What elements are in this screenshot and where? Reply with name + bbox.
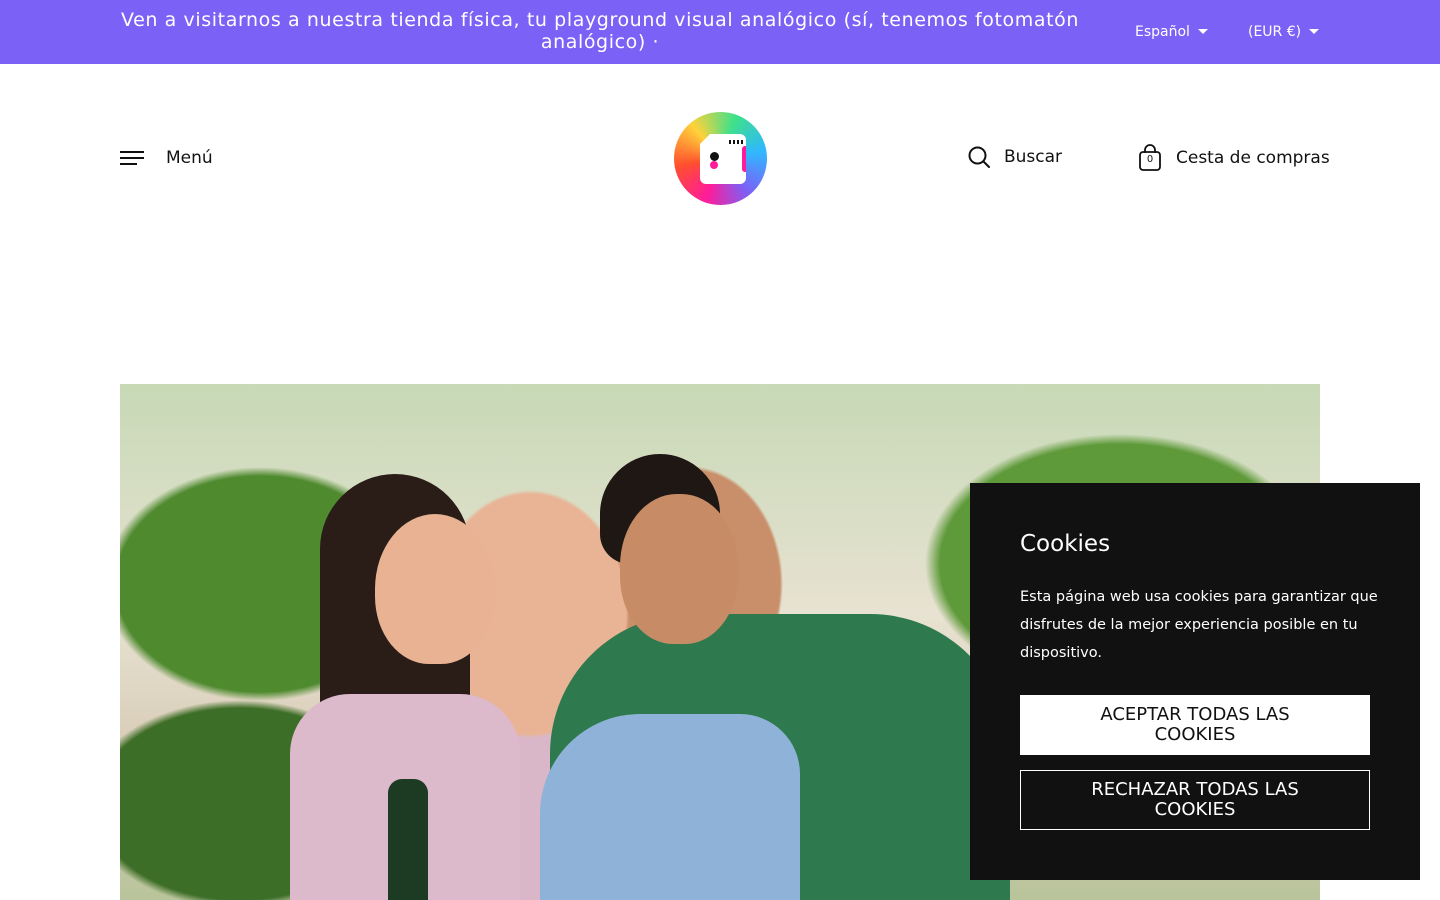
hero-figure [540, 714, 800, 900]
cart-button[interactable]: 0 Cesta de compras [1138, 144, 1330, 172]
menu-label: Menú [166, 148, 213, 168]
accept-cookies-button[interactable]: ACEPTAR TODAS LAS COOKIES [1020, 695, 1370, 755]
search-button[interactable]: Buscar [968, 146, 1062, 168]
cookie-title: Cookies [1020, 531, 1111, 557]
caret-down-icon [1197, 28, 1208, 34]
language-selector[interactable]: Español [1135, 24, 1208, 40]
reject-cookies-button[interactable]: RECHAZAR TODAS LAS COOKIES [1020, 770, 1370, 830]
cookie-description: Esta página web usa cookies para garanti… [1020, 589, 1378, 661]
store-logo[interactable] [674, 112, 767, 205]
hero-bottle [388, 779, 428, 900]
caret-down-icon [1309, 28, 1320, 34]
cart-label: Cesta de compras [1176, 148, 1330, 168]
search-label: Buscar [1004, 147, 1063, 167]
cart-count: 0 [1146, 154, 1154, 165]
hero-figure [620, 494, 738, 644]
currency-selector[interactable]: (EUR €) [1248, 24, 1320, 40]
shopping-bag-icon: 0 [1138, 144, 1162, 172]
hero-figure [375, 514, 495, 664]
currency-label: (EUR €) [1248, 24, 1302, 40]
logo-film-holes [729, 140, 743, 144]
search-icon [968, 146, 990, 168]
cookie-banner: Cookies Esta página web usa cookies para… [970, 483, 1420, 880]
announcement-text[interactable]: Ven a visitarnos a nuestra tienda física… [120, 9, 1080, 53]
language-label: Español [1135, 24, 1190, 40]
announcement-bar: Ven a visitarnos a nuestra tienda física… [0, 0, 1440, 64]
menu-button[interactable]: Menú [120, 148, 213, 168]
logo-dot [710, 161, 718, 169]
logo-dot [710, 152, 719, 161]
hamburger-icon [120, 150, 144, 166]
